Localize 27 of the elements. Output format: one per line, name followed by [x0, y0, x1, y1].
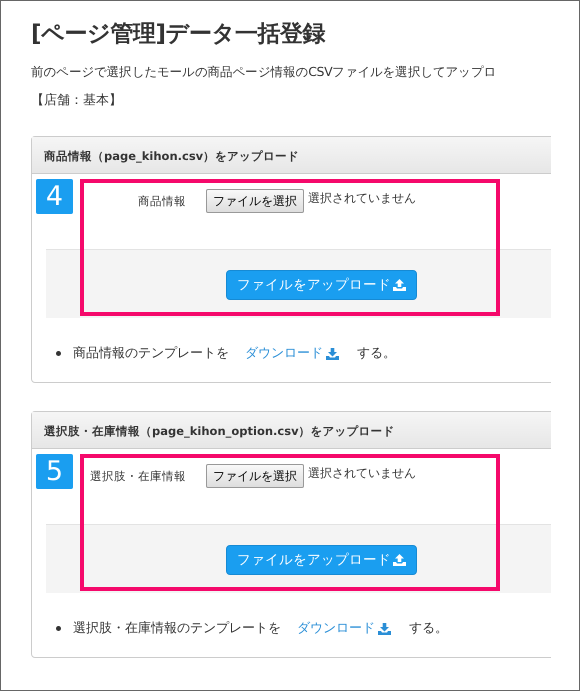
- download-link[interactable]: ダウンロード: [245, 344, 339, 364]
- step-number: 4: [36, 178, 73, 214]
- choose-file-button[interactable]: ファイルを選択: [206, 464, 304, 488]
- description-text: 前のページで選択したモールの商品ページ情報のCSVファイルを選択してアップロ: [31, 62, 498, 81]
- file-status: 選択されていません: [308, 464, 416, 482]
- suffix-text: する。: [357, 344, 396, 363]
- step-number: 5: [36, 454, 73, 489]
- page-title: [ページ管理]データ一括登録: [31, 21, 326, 49]
- upload-icon: [393, 278, 406, 291]
- panel-header: 選択肢・在庫情報（page_kihon_option.csv）をアップロード: [32, 412, 551, 449]
- upload-button[interactable]: ファイルをアップロード: [226, 270, 417, 300]
- download-icon: [378, 622, 391, 635]
- template-text: 選択肢・在庫情報のテンプレートを: [73, 620, 281, 638]
- choose-file-button[interactable]: ファイルを選択: [206, 188, 304, 213]
- template-text: 商品情報のテンプレートを: [73, 344, 229, 363]
- panel-header: 商品情報（page_kihon.csv）をアップロード: [32, 136, 551, 174]
- field-label: 商品情報: [137, 192, 187, 210]
- bullet: [56, 626, 61, 632]
- field-label: 選択肢・在庫情報: [89, 468, 187, 485]
- download-icon: [326, 348, 339, 360]
- download-link[interactable]: ダウンロード: [297, 618, 391, 638]
- suffix-text: する。: [409, 620, 448, 638]
- upload-icon: [393, 554, 406, 566]
- store-label: 【店舗：基本】: [31, 92, 123, 110]
- upload-button[interactable]: ファイルをアップロード: [226, 544, 417, 576]
- bullet: [56, 351, 61, 356]
- file-status: 選択されていません: [308, 190, 416, 207]
